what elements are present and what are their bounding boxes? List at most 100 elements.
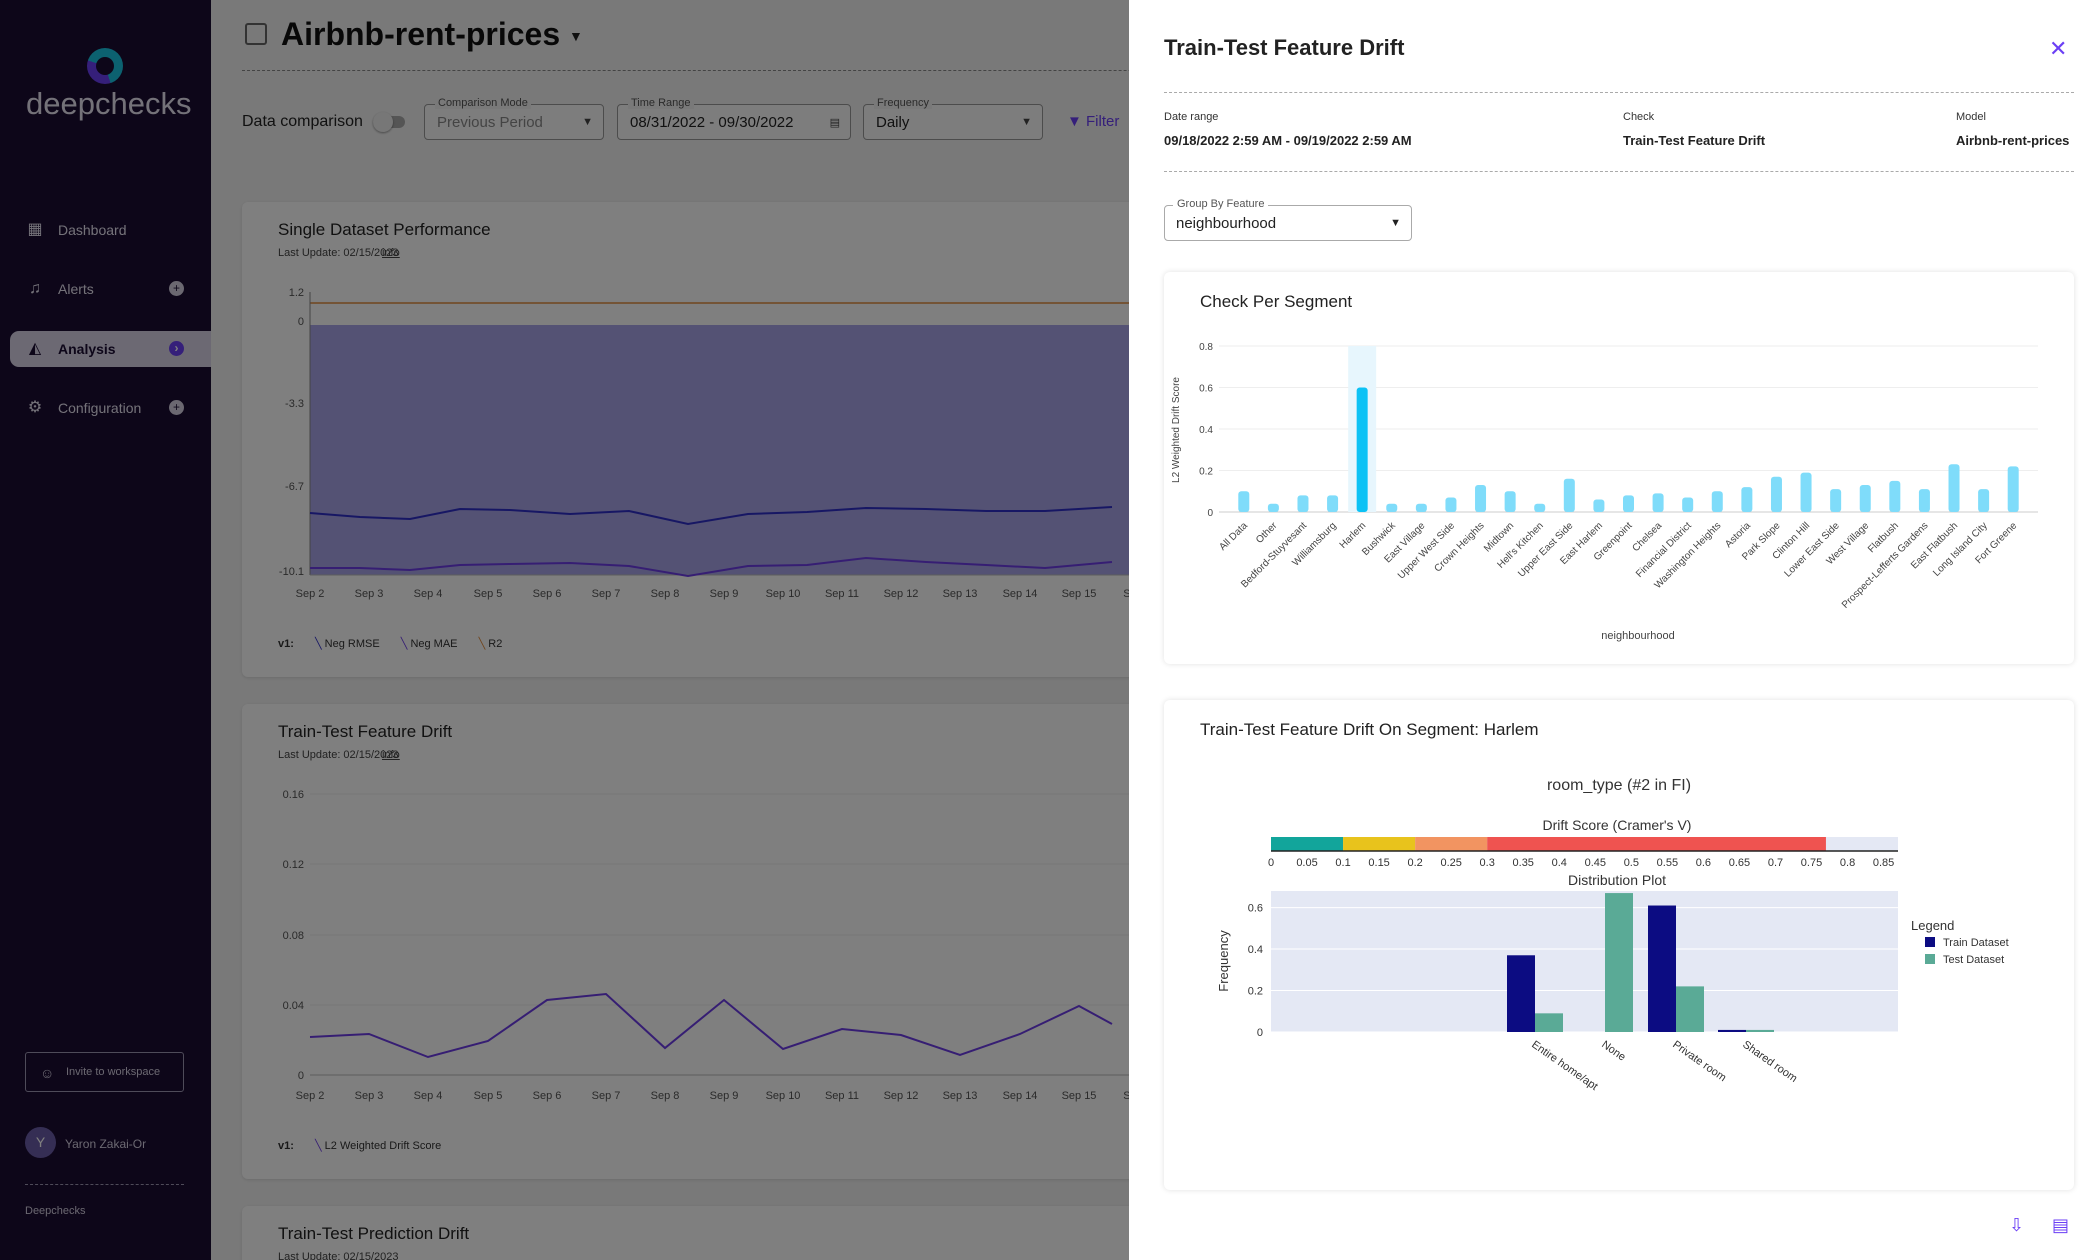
details-drawer: Train-Test Feature Drift ✕ Date range 09…: [1129, 0, 2099, 1260]
train-legend-label[interactable]: Train Dataset: [1943, 937, 2009, 949]
segment-label: All Data: [1217, 520, 1250, 553]
distribution-labels: Entire home/apt None Private room Shared ro…: [1529, 1039, 1799, 1093]
train-legend-swatch: [1925, 937, 1935, 947]
drift-score-segment: [1415, 837, 1488, 851]
distribution-plot-area: [1271, 891, 1898, 1032]
drift-score-title: Drift Score (Cramer's V): [1543, 817, 1692, 833]
segment-bar: [2007, 466, 2019, 512]
distribution-bar: [1746, 1029, 1774, 1032]
y-tick: 0: [1257, 1027, 1263, 1039]
distribution-bar: [1507, 955, 1535, 1032]
drawer-divider: [1164, 92, 2074, 93]
drift-score-segment: [1343, 837, 1416, 851]
distribution-bar: [1648, 905, 1676, 1032]
segment-bar: [1741, 487, 1753, 512]
drift-score-tick: 0.65: [1729, 857, 1750, 869]
drift-score-tick: 0.6: [1696, 857, 1711, 869]
check-per-segment-panel: Check Per Segment 0 0.2 0.4 0.6 0.8 All Data…: [1164, 272, 2074, 664]
drift-score-tick: 0.4: [1552, 857, 1567, 869]
segment-bar: [1652, 493, 1664, 512]
segment-bar: [1504, 491, 1516, 512]
drift-score-tick: 0.25: [1440, 857, 1461, 869]
segment-bar: [1800, 472, 1812, 512]
drift-score-tick: 0.45: [1585, 857, 1606, 869]
segment-labels: All Data OtherBedford-StuyvesantWilliamsb…: [1217, 520, 2019, 611]
segment-bar: [1682, 497, 1694, 512]
y-tick: 0.2: [1199, 467, 1213, 478]
segment-bar: [1593, 499, 1605, 512]
segment-grid: 0 0.2 0.4 0.6 0.8: [1199, 342, 2038, 519]
feature-title: room_type (#2 in FI): [1547, 777, 1691, 794]
date-range-value: 09/18/2022 2:59 AM - 09/19/2022 2:59 AM: [1164, 133, 1412, 148]
drift-score-tick: 0.7: [1768, 857, 1783, 869]
group-by-feature-select[interactable]: Group By Feature neighbourhood ▼: [1164, 198, 1412, 241]
y-tick: 0: [1207, 508, 1213, 519]
segment-bar: [1534, 503, 1546, 512]
frequency-axis-label: Frequency: [1216, 930, 1231, 992]
segment-bar: [1327, 495, 1339, 512]
drift-score-ticks: 0 0.05 0.1 0.15 0.2 0.25 0.3 0.35 0.4 0.45 0.5 0.55…: [1268, 857, 1894, 869]
distribution-bar: [1718, 1029, 1746, 1032]
segment-bar: [1415, 503, 1427, 512]
drift-detail-chart: room_type (#2 in FI) Drift Score (Cramer…: [1216, 777, 2009, 1093]
drift-score-segment: [1271, 837, 1344, 851]
segment-bar: [1830, 489, 1842, 512]
y-tick: 0.6: [1248, 903, 1263, 915]
segment-bar: [1978, 489, 1990, 512]
test-legend-swatch: [1925, 954, 1935, 964]
y-tick: 0.4: [1248, 944, 1263, 956]
download-icon[interactable]: ⇩: [2009, 1215, 2024, 1236]
segment-bar: [1948, 464, 1960, 512]
model-value: Airbnb-rent-prices: [1956, 133, 2070, 148]
segment-bar: [1297, 495, 1309, 512]
model-label: Model: [1956, 111, 1986, 123]
drift-score-tick: 0.75: [1801, 857, 1822, 869]
y-tick: 0.8: [1199, 342, 1213, 353]
y-axis-label: L2 Weighted Drift Score: [1171, 377, 1182, 483]
group-by-label: Group By Feature: [1173, 198, 1269, 210]
distribution-bar: [1676, 986, 1704, 1032]
segment-bar: [1238, 491, 1250, 512]
segment-bar: [1711, 491, 1723, 512]
segment-bar: [1356, 387, 1368, 512]
drift-score-tick: 0.35: [1513, 857, 1534, 869]
document-icon[interactable]: ▤: [2052, 1215, 2069, 1236]
segment-bar: [1623, 495, 1634, 512]
legend-title: Legend: [1911, 918, 1954, 933]
drift-score-tick: 0.2: [1407, 857, 1422, 869]
x-axis-label: neighbourhood: [1601, 630, 1674, 642]
drawer-divider: [1164, 171, 2074, 172]
drift-score-tick: 0.8: [1840, 857, 1855, 869]
drift-score-tick: 0.85: [1873, 857, 1894, 869]
date-range-label: Date range: [1164, 111, 1219, 123]
drift-score-tick: 0.55: [1657, 857, 1678, 869]
drift-score-tick: 0.15: [1368, 857, 1389, 869]
segment-bar: [1475, 485, 1487, 512]
distribution-label: Shared room: [1740, 1039, 1799, 1085]
distribution-bar: [1605, 893, 1633, 1032]
check-label: Check: [1623, 111, 1655, 123]
modal-backdrop[interactable]: [0, 0, 1129, 1260]
drift-score-tick: 0: [1268, 857, 1274, 869]
group-by-value: neighbourhood: [1176, 215, 1277, 232]
segment-bar: [1889, 480, 1901, 512]
distribution-title: Distribution Plot: [1568, 872, 1666, 888]
test-legend-label[interactable]: Test Dataset: [1943, 954, 2004, 966]
segment-bar: [1770, 476, 1782, 512]
close-icon[interactable]: ✕: [2049, 36, 2067, 62]
y-tick: 0.6: [1199, 384, 1213, 395]
segment-label: Other: [1254, 520, 1280, 546]
drawer-title: Train-Test Feature Drift: [1164, 35, 1405, 60]
segment-bar: [1267, 503, 1279, 512]
segment-bar: [1859, 485, 1871, 512]
distribution-label: Entire home/apt: [1529, 1039, 1599, 1093]
segment-bar: [1563, 478, 1575, 512]
segment-bar: [1386, 503, 1398, 512]
drift-score-tick: 0.05: [1296, 857, 1317, 869]
drift-score-tick: 0.1: [1335, 857, 1350, 869]
drift-score-tick: 0.5: [1624, 857, 1639, 869]
check-value: Train-Test Feature Drift: [1623, 133, 1766, 148]
distribution-bar: [1535, 1013, 1563, 1032]
chevron-down-icon: ▼: [1390, 217, 1401, 229]
segment-bar: [1918, 489, 1930, 512]
